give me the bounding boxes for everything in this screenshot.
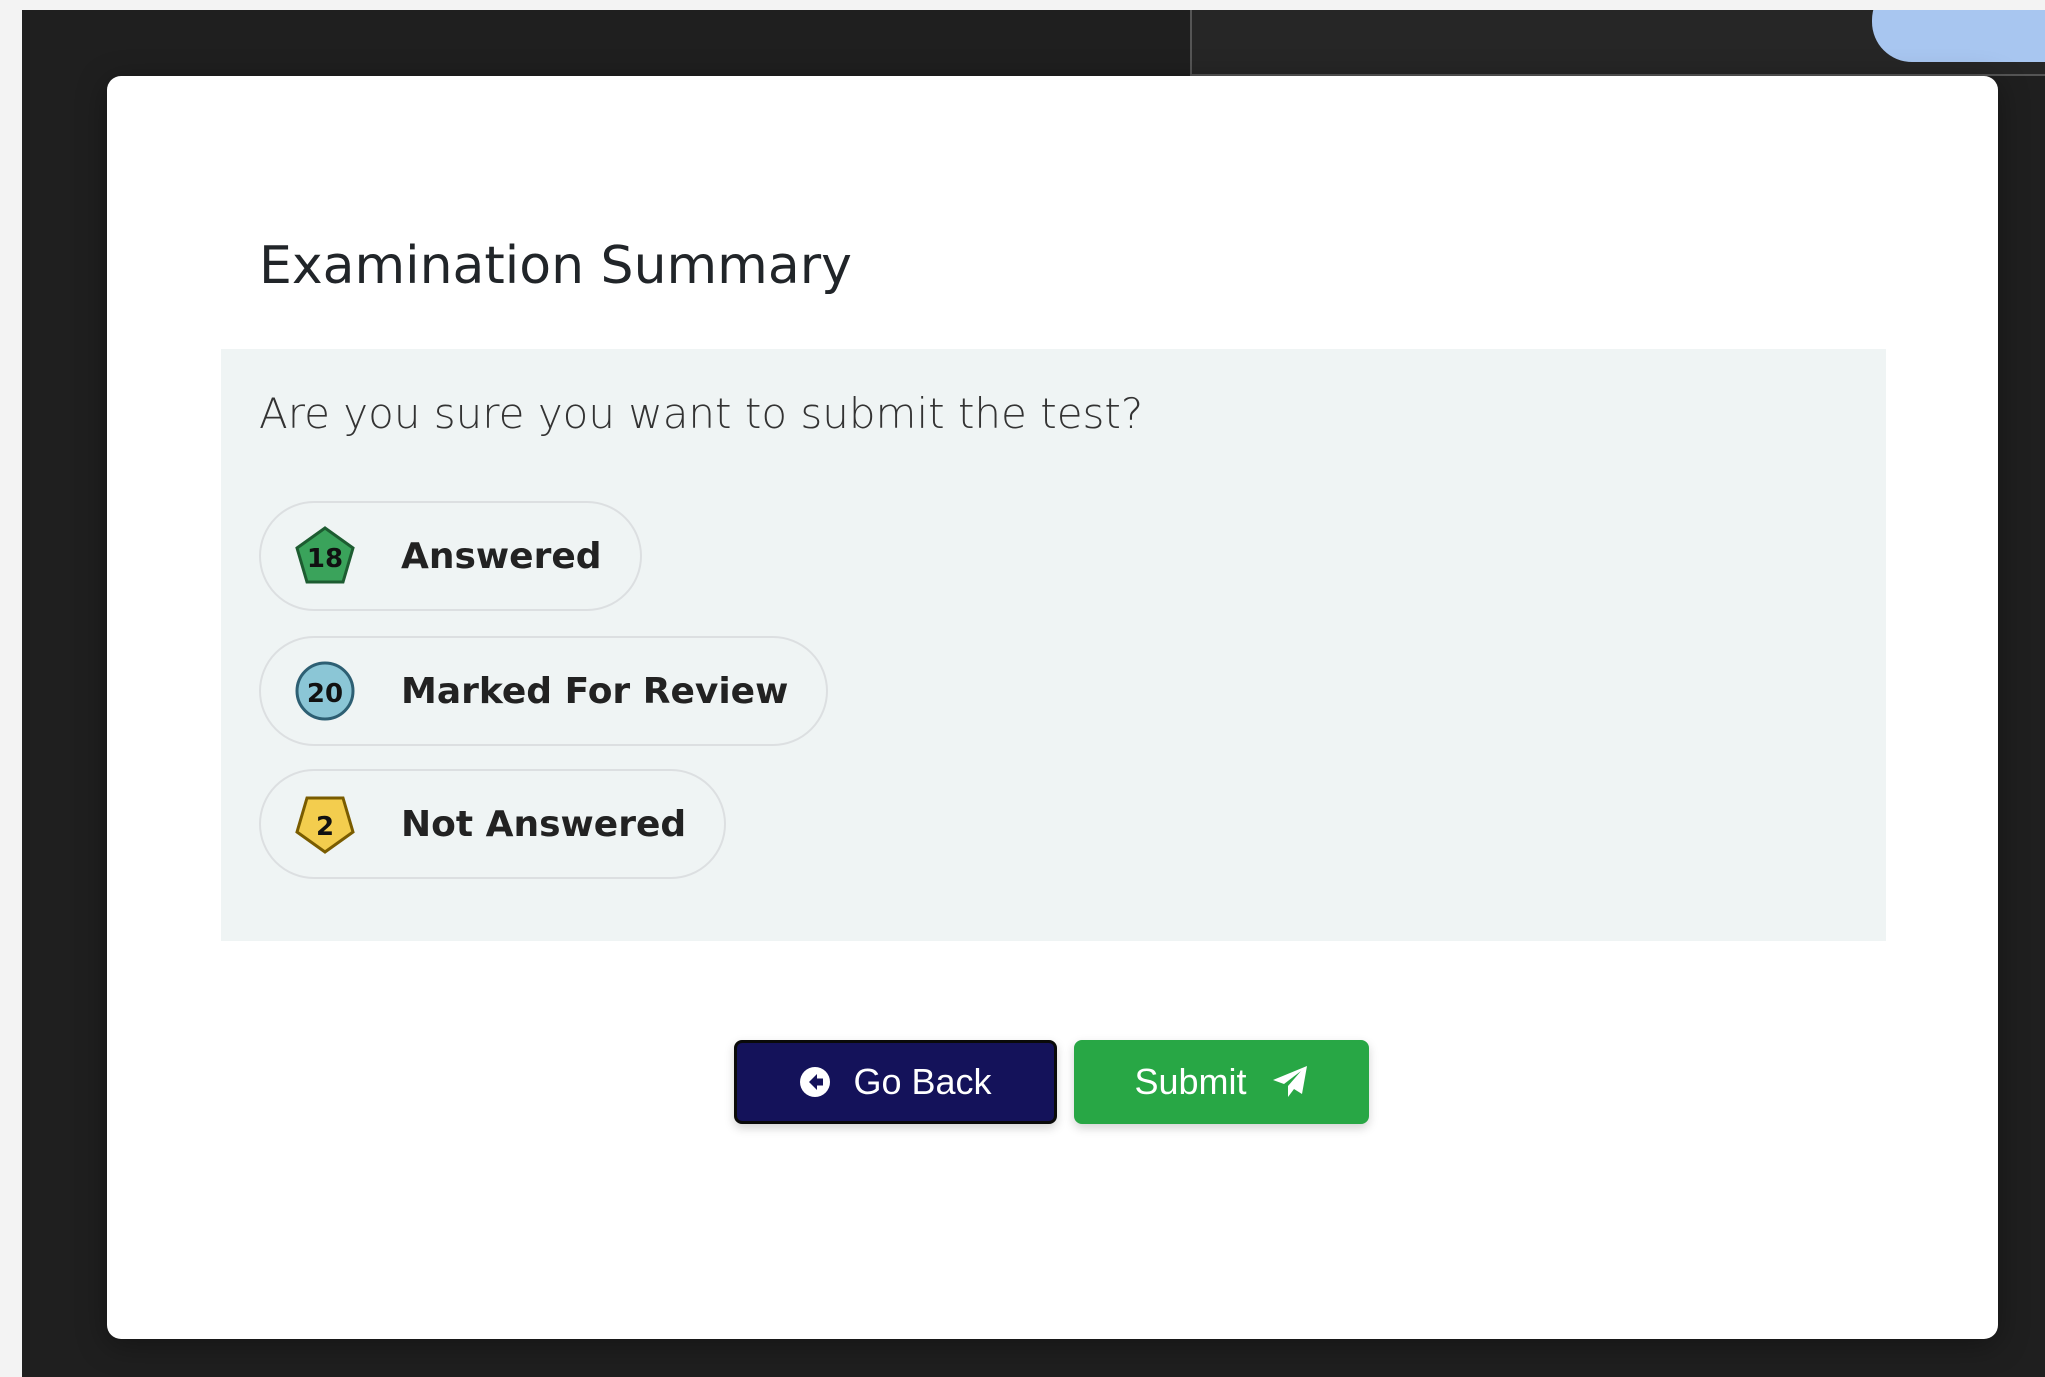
submit-label: Submit xyxy=(1134,1061,1247,1102)
summary-panel: Are you sure you want to submit the test… xyxy=(221,349,1886,941)
go-back-button[interactable]: Go Back xyxy=(734,1040,1057,1124)
go-back-label: Go Back xyxy=(853,1061,992,1102)
paper-plane-icon xyxy=(1271,1064,1309,1100)
marked-for-review-label: Marked For Review xyxy=(401,670,789,712)
examination-summary-modal: Examination Summary Are you sure you wan… xyxy=(107,76,1998,1339)
green-pentagon-icon: 18 xyxy=(293,524,357,588)
not-answered-label: Not Answered xyxy=(401,803,687,845)
status-answered: 18 Answered xyxy=(259,501,642,611)
arrow-circle-left-icon xyxy=(799,1066,831,1098)
marked-for-review-count: 20 xyxy=(306,679,344,709)
confirmation-question: Are you sure you want to submit the test… xyxy=(259,389,1144,438)
blue-circle-icon: 20 xyxy=(293,659,357,723)
submit-button[interactable]: Submit xyxy=(1074,1040,1369,1124)
status-marked-for-review: 20 Marked For Review xyxy=(259,636,829,746)
not-answered-count: 2 xyxy=(315,812,335,842)
yellow-pentagon-icon: 2 xyxy=(293,792,357,856)
status-not-answered: 2 Not Answered xyxy=(259,769,727,879)
background-button xyxy=(1872,10,2045,62)
modal-title: Examination Summary xyxy=(259,236,852,296)
answered-label: Answered xyxy=(401,535,602,577)
answered-count: 18 xyxy=(306,544,344,574)
